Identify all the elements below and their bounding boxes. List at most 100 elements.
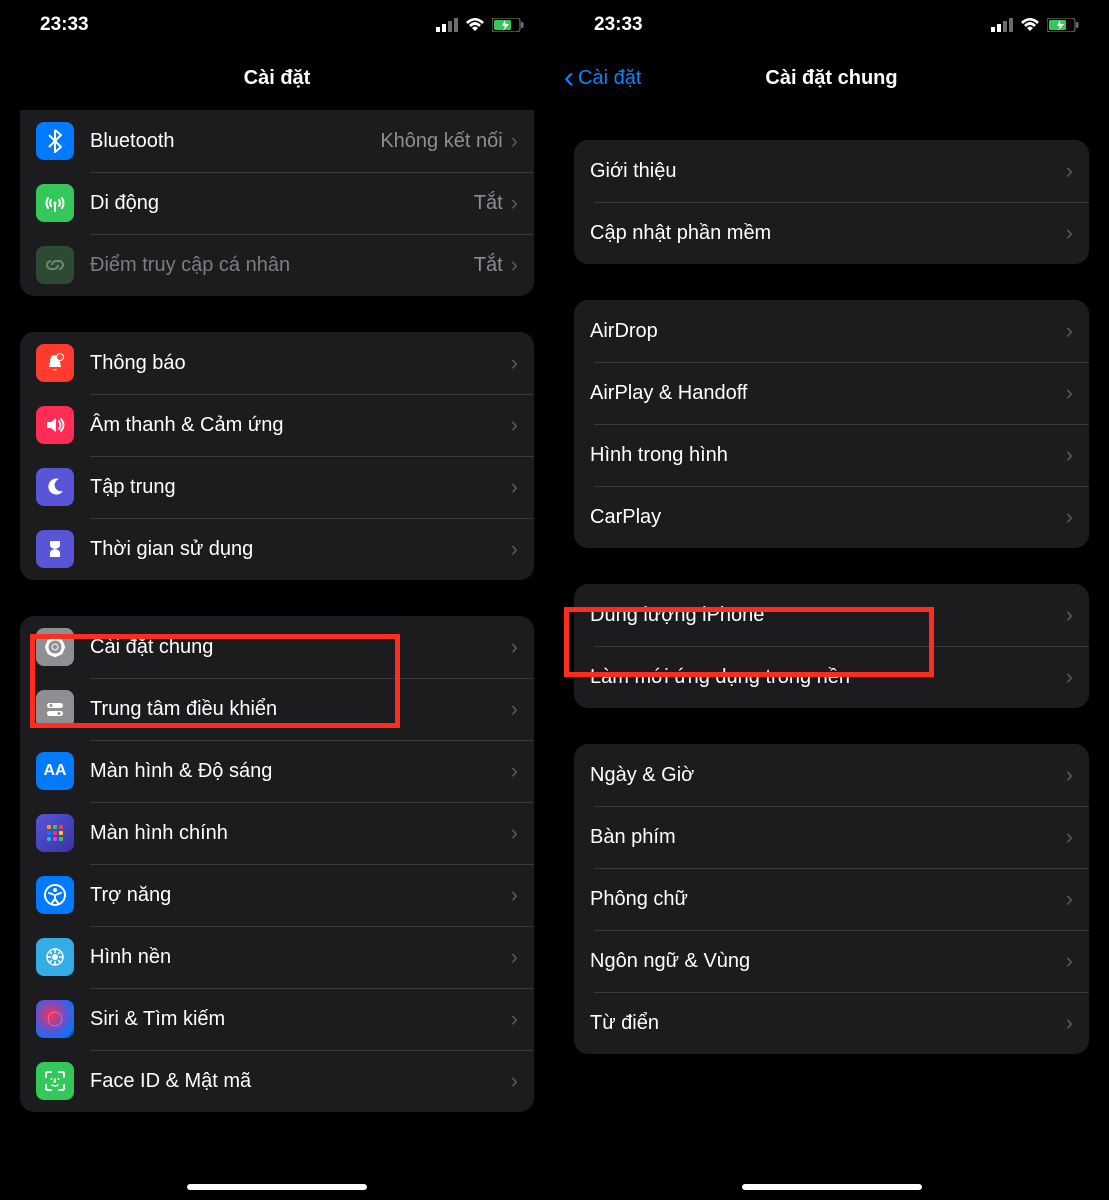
chevron-right-icon: ›	[1066, 1010, 1073, 1036]
wallpaper-icon	[36, 938, 74, 976]
hourglass-icon	[36, 530, 74, 568]
wifi-icon	[1020, 18, 1040, 32]
chevron-right-icon: ›	[1066, 762, 1073, 788]
chevron-right-icon: ›	[1066, 948, 1073, 974]
row-screentime[interactable]: Thời gian sử dụng ›	[20, 518, 534, 580]
page-title: Cài đặt	[244, 67, 311, 90]
speaker-icon	[36, 406, 74, 444]
row-keyboard[interactable]: Bàn phím ›	[574, 806, 1089, 868]
row-iphone-storage[interactable]: Dung lượng iPhone ›	[574, 584, 1089, 646]
back-button[interactable]: ‹ Cài đặt	[564, 61, 641, 95]
row-label: Hình nền	[90, 946, 511, 969]
row-siri[interactable]: Siri & Tìm kiếm ›	[20, 988, 534, 1050]
chevron-right-icon: ›	[1066, 824, 1073, 850]
status-bar: 23:33	[0, 0, 554, 50]
row-accessibility[interactable]: Trợ năng ›	[20, 864, 534, 926]
row-software-update[interactable]: Cập nhật phần mềm ›	[574, 202, 1089, 264]
chevron-right-icon: ›	[511, 474, 518, 500]
switches-icon	[36, 690, 74, 728]
gear-icon	[36, 628, 74, 666]
row-control-center[interactable]: Trung tâm điều khiển ›	[20, 678, 534, 740]
cellular-icon	[991, 18, 1013, 32]
chevron-right-icon: ›	[511, 1006, 518, 1032]
row-background-refresh[interactable]: Làm mới ứng dụng trong nền ›	[574, 646, 1089, 708]
home-indicator[interactable]	[742, 1184, 922, 1190]
chevron-right-icon: ›	[1066, 318, 1073, 344]
battery-icon	[492, 18, 524, 32]
row-value: Tắt	[474, 192, 503, 215]
row-faceid[interactable]: Face ID & Mật mã ›	[20, 1050, 534, 1112]
chevron-right-icon: ›	[1066, 220, 1073, 246]
status-icons	[991, 18, 1079, 32]
status-time: 23:33	[594, 14, 643, 36]
wifi-icon	[465, 18, 485, 32]
section-connectivity: Bluetooth Không kết nối › Di động Tắt › …	[20, 110, 534, 296]
chevron-right-icon: ›	[511, 252, 518, 278]
row-bluetooth[interactable]: Bluetooth Không kết nối ›	[20, 110, 534, 172]
chevron-right-icon: ›	[1066, 664, 1073, 690]
row-fonts[interactable]: Phông chữ ›	[574, 868, 1089, 930]
antenna-icon	[36, 184, 74, 222]
section-datetime: Ngày & Giờ › Bàn phím › Phông chữ › Ngôn…	[574, 744, 1089, 1054]
row-value: Không kết nối	[380, 130, 502, 153]
aa-icon: AA	[36, 752, 74, 790]
row-label: Giới thiệu	[590, 160, 1066, 183]
row-display[interactable]: AA Màn hình & Độ sáng ›	[20, 740, 534, 802]
nav-bar: Cài đặt	[0, 50, 554, 106]
chevron-right-icon: ›	[511, 758, 518, 784]
row-value: Tắt	[474, 254, 503, 277]
section-airdrop: AirDrop › AirPlay & Handoff › Hình trong…	[574, 300, 1089, 548]
row-pip[interactable]: Hình trong hình ›	[574, 424, 1089, 486]
settings-content[interactable]: Bluetooth Không kết nối › Di động Tắt › …	[0, 110, 554, 1112]
row-label: AirPlay & Handoff	[590, 382, 1066, 405]
row-airdrop[interactable]: AirDrop ›	[574, 300, 1089, 362]
row-label: Hình trong hình	[590, 444, 1066, 467]
section-storage: Dung lượng iPhone › Làm mới ứng dụng tro…	[574, 584, 1089, 708]
accessibility-icon	[36, 876, 74, 914]
row-cellular[interactable]: Di động Tắt ›	[20, 172, 534, 234]
bluetooth-icon	[36, 122, 74, 160]
row-sound[interactable]: Âm thanh & Cảm ứng ›	[20, 394, 534, 456]
phone-right: 23:33 ‹ Cài đặt Cài đặt chung Giới thiệu…	[554, 0, 1109, 1200]
home-indicator[interactable]	[187, 1184, 367, 1190]
cellular-icon	[436, 18, 458, 32]
row-label: Làm mới ứng dụng trong nền	[590, 666, 1066, 689]
row-label: Cập nhật phần mềm	[590, 222, 1066, 245]
row-carplay[interactable]: CarPlay ›	[574, 486, 1089, 548]
row-label: Trợ năng	[90, 884, 511, 907]
section-about: Giới thiệu › Cập nhật phần mềm ›	[574, 140, 1089, 264]
chevron-right-icon: ›	[1066, 602, 1073, 628]
status-icons	[436, 18, 524, 32]
row-label: Tập trung	[90, 476, 511, 499]
back-label: Cài đặt	[578, 67, 641, 90]
general-content[interactable]: Giới thiệu › Cập nhật phần mềm › AirDrop…	[554, 106, 1109, 1054]
row-label: Bàn phím	[590, 826, 1066, 849]
grid-icon	[36, 814, 74, 852]
section-general: Cài đặt chung › Trung tâm điều khiển › A…	[20, 616, 534, 1112]
row-label: AirDrop	[590, 320, 1066, 343]
row-homescreen[interactable]: Màn hình chính ›	[20, 802, 534, 864]
row-wallpaper[interactable]: Hình nền ›	[20, 926, 534, 988]
row-airplay[interactable]: AirPlay & Handoff ›	[574, 362, 1089, 424]
row-label: Ngôn ngữ & Vùng	[590, 950, 1066, 973]
chevron-right-icon: ›	[1066, 442, 1073, 468]
chevron-right-icon: ›	[511, 128, 518, 154]
row-label: Bluetooth	[90, 130, 380, 153]
row-general-settings[interactable]: Cài đặt chung ›	[20, 616, 534, 678]
row-datetime[interactable]: Ngày & Giờ ›	[574, 744, 1089, 806]
status-time: 23:33	[40, 14, 89, 36]
row-label: Màn hình & Độ sáng	[90, 760, 511, 783]
row-label: Di động	[90, 192, 474, 215]
row-focus[interactable]: Tập trung ›	[20, 456, 534, 518]
row-notifications[interactable]: Thông báo ›	[20, 332, 534, 394]
chevron-right-icon: ›	[511, 412, 518, 438]
row-label: Âm thanh & Cảm ứng	[90, 414, 511, 437]
row-dictionary[interactable]: Từ điển ›	[574, 992, 1089, 1054]
page-title: Cài đặt chung	[765, 67, 897, 90]
chevron-left-icon: ‹	[564, 61, 574, 95]
row-language[interactable]: Ngôn ngữ & Vùng ›	[574, 930, 1089, 992]
chevron-right-icon: ›	[511, 696, 518, 722]
chevron-right-icon: ›	[511, 190, 518, 216]
row-hotspot[interactable]: Điểm truy cập cá nhân Tắt ›	[20, 234, 534, 296]
row-about[interactable]: Giới thiệu ›	[574, 140, 1089, 202]
